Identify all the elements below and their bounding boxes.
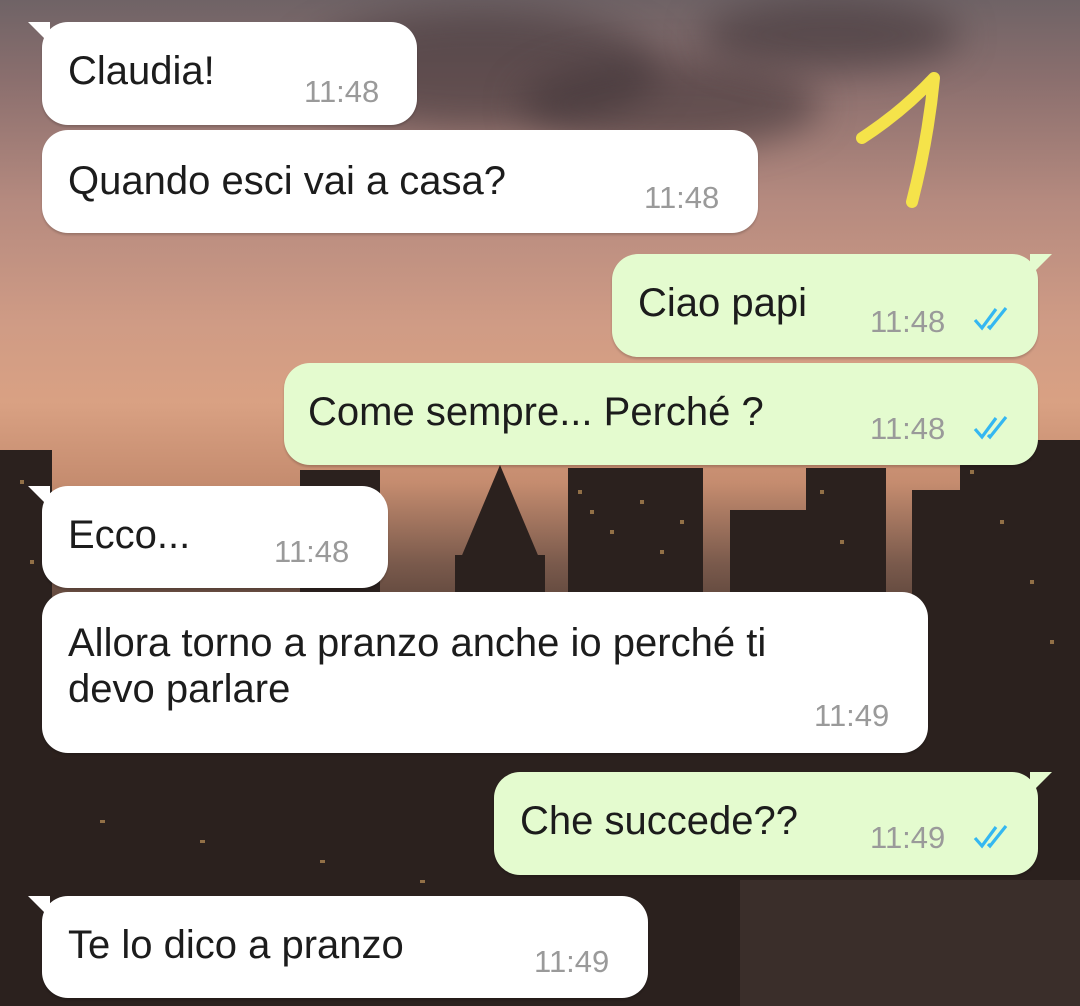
message-text: Te lo dico a pranzo	[68, 923, 404, 967]
message-time: 11:48	[870, 411, 946, 446]
message-time: 11:49	[814, 698, 890, 733]
message-bubble-outgoing[interactable]: Come sempre... Perché ? 11:48	[284, 363, 1038, 465]
message-time: 11:48	[870, 304, 946, 339]
message-bubble-incoming[interactable]: Claudia! 11:48	[28, 22, 417, 125]
message-bubble-incoming[interactable]: Te lo dico a pranzo 11:49	[28, 896, 648, 998]
message-text: Ecco...	[68, 513, 191, 557]
message-text: Come sempre... Perché ?	[308, 390, 764, 434]
message-bubble-incoming[interactable]: Quando esci vai a casa? 11:48	[42, 130, 758, 233]
message-time: 11:48	[304, 74, 380, 109]
double-check-icon	[973, 307, 1008, 331]
message-time: 11:49	[534, 944, 610, 979]
message-text: Claudia!	[68, 49, 215, 93]
double-check-icon	[973, 825, 1008, 849]
message-text: Allora torno a pranzo anche io perché ti…	[68, 621, 767, 711]
message-time: 11:48	[274, 534, 350, 569]
handwritten-annotation-1	[856, 72, 940, 208]
message-text: Che succede??	[520, 799, 798, 843]
message-text: Quando esci vai a casa?	[68, 159, 507, 203]
message-bubble-incoming[interactable]: Ecco... 11:48	[28, 486, 388, 588]
double-check-icon	[973, 416, 1008, 440]
message-time: 11:48	[644, 180, 720, 215]
message-time: 11:49	[870, 820, 946, 855]
message-bubble-outgoing[interactable]: Che succede?? 11:49	[494, 772, 1052, 875]
message-bubble-incoming[interactable]: Allora torno a pranzo anche io perché ti…	[42, 592, 928, 753]
message-text: Ciao papi	[638, 281, 808, 325]
message-bubble-outgoing[interactable]: Ciao papi 11:48	[612, 254, 1052, 357]
